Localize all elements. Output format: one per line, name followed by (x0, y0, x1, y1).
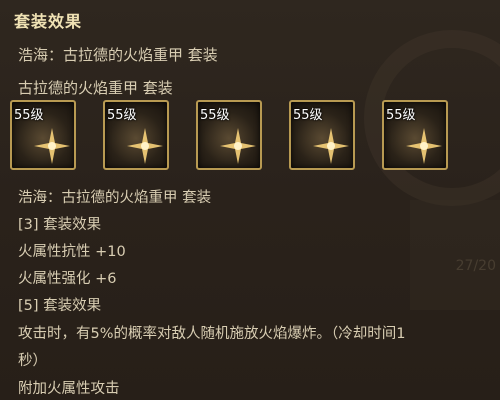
set-full-name: 浩海：古拉德的火焰重甲 套装 (18, 46, 218, 64)
bonus-5-header: [5] 套装效果 (18, 298, 102, 314)
background-panel-shadow (410, 200, 500, 310)
sparkle-icon (34, 128, 70, 164)
sparkle-icon (127, 128, 163, 164)
sparkle-icon (313, 128, 349, 164)
slot-level-label: 55级 (107, 108, 137, 123)
slot-level-label: 55级 (293, 108, 323, 123)
slot-level-label: 55级 (386, 108, 416, 123)
slot-level-label: 55级 (14, 108, 44, 123)
set-detail-header: 浩海：古拉德的火焰重甲 套装 (18, 190, 212, 206)
bonus-5-effect-line-2: 秒） (18, 353, 47, 369)
equipment-slot-3[interactable]: 55级 (196, 100, 262, 170)
bonus-3-fire-enhancement: 火属性强化 +6 (18, 271, 117, 287)
bonus-5-effect-line-3: 附加火属性攻击 (18, 381, 120, 397)
equipment-slot-1[interactable]: 55级 (10, 100, 76, 170)
equipment-slots: 55级 55级 55级 55级 55级 (10, 100, 490, 172)
equipment-slot-4[interactable]: 55级 (289, 100, 355, 170)
bonus-5-effect-line-1: 攻击时，有5%的概率对敌人随机施放火焰爆炸。（冷却时间1 (18, 326, 406, 342)
bonus-3-fire-resistance: 火属性抗性 +10 (18, 244, 126, 260)
equipment-slot-2[interactable]: 55级 (103, 100, 169, 170)
slot-level-label: 55级 (200, 108, 230, 123)
equipment-slot-5[interactable]: 55级 (382, 100, 448, 170)
background-faded-number: 27/20 (455, 258, 496, 274)
sparkle-icon (406, 128, 442, 164)
bonus-3-header: [3] 套装效果 (18, 217, 102, 233)
tooltip-title: 套装效果 (14, 12, 83, 31)
set-name: 古拉德的火焰重甲 套装 (18, 79, 173, 97)
set-effect-tooltip: 27/20 套装效果 浩海：古拉德的火焰重甲 套装 古拉德的火焰重甲 套装 55… (0, 0, 500, 400)
sparkle-icon (220, 128, 256, 164)
